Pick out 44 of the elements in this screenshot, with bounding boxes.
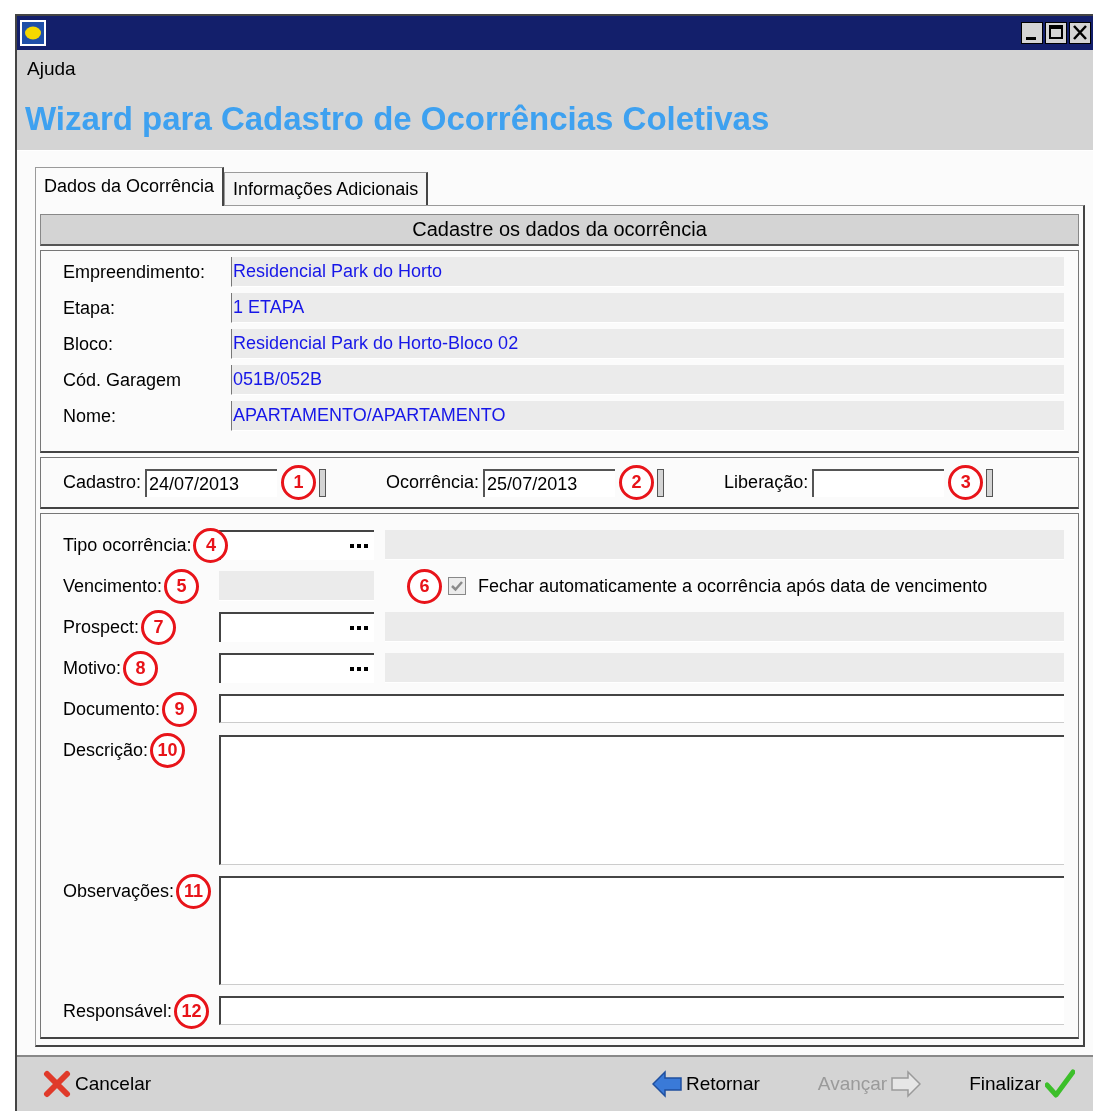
field-label: Prospect: <box>63 616 140 638</box>
menu-item[interactable]: Ajuda <box>27 58 76 80</box>
number-marker: 4 <box>193 527 229 563</box>
date-field[interactable]: 25/07/2013 <box>483 468 616 497</box>
field-label: Vencimento: <box>63 575 163 597</box>
field-label: Descrição: <box>63 739 149 761</box>
number-marker: 5 <box>164 568 200 604</box>
number-marker: 7 <box>141 609 177 645</box>
number-marker: 10 <box>150 732 186 768</box>
field-label: Liberação: <box>724 472 809 493</box>
readonly-field: Residencial Park do Horto-Bloco 02 <box>231 329 1064 359</box>
number-marker: 6 <box>407 568 442 604</box>
number-marker: 3 <box>948 465 984 500</box>
field-label: Ocorrência: <box>386 472 480 493</box>
number-marker: 11 <box>176 873 212 909</box>
tab[interactable]: Informações Adicionais <box>224 172 429 205</box>
number-marker: 1 <box>281 465 317 500</box>
checkbox-label: Fechar automaticamente a ocorrência após data de vencimento <box>478 575 988 597</box>
readonly-field: 1 ETAPA <box>231 293 1064 323</box>
field-label: Tipo ocorrência: <box>63 534 192 556</box>
readonly-field: 051B/052B <box>231 365 1064 395</box>
field-label: Motivo: <box>63 657 122 679</box>
wizard-heading: Wizard para Cadastro de Ocorrências Coletivas <box>24 99 771 139</box>
number-marker: 9 <box>162 691 198 727</box>
field-label: Responsável: <box>63 1000 173 1022</box>
field-label: Cadastro: <box>63 472 142 493</box>
field-label: Nome: <box>63 405 117 427</box>
tab[interactable]: Dados da Ocorrência <box>35 167 225 206</box>
number-marker: 2 <box>619 465 655 500</box>
section-header: Cadastre os dados da ocorrência <box>40 214 1079 246</box>
readonly-field: APARTAMENTO/APARTAMENTO <box>231 401 1064 431</box>
field-label: Bloco: <box>63 333 115 355</box>
field-label: Etapa: <box>63 297 117 319</box>
number-marker: 8 <box>123 650 159 686</box>
cancel-button[interactable]: Cancelar <box>39 1066 156 1102</box>
back-button[interactable]: Retornar <box>647 1066 764 1102</box>
number-marker: 12 <box>174 993 210 1029</box>
field-label: Empreendimento: <box>63 261 207 283</box>
field-label: Observações: <box>63 880 175 902</box>
finish-button[interactable]: Finalizar <box>965 1065 1079 1103</box>
field-label: Documento: <box>63 698 161 720</box>
field-label: Cód. Garagem <box>63 369 183 391</box>
readonly-field: Residencial Park do Horto <box>231 257 1064 287</box>
date-field[interactable]: 24/07/2013 <box>145 468 278 497</box>
